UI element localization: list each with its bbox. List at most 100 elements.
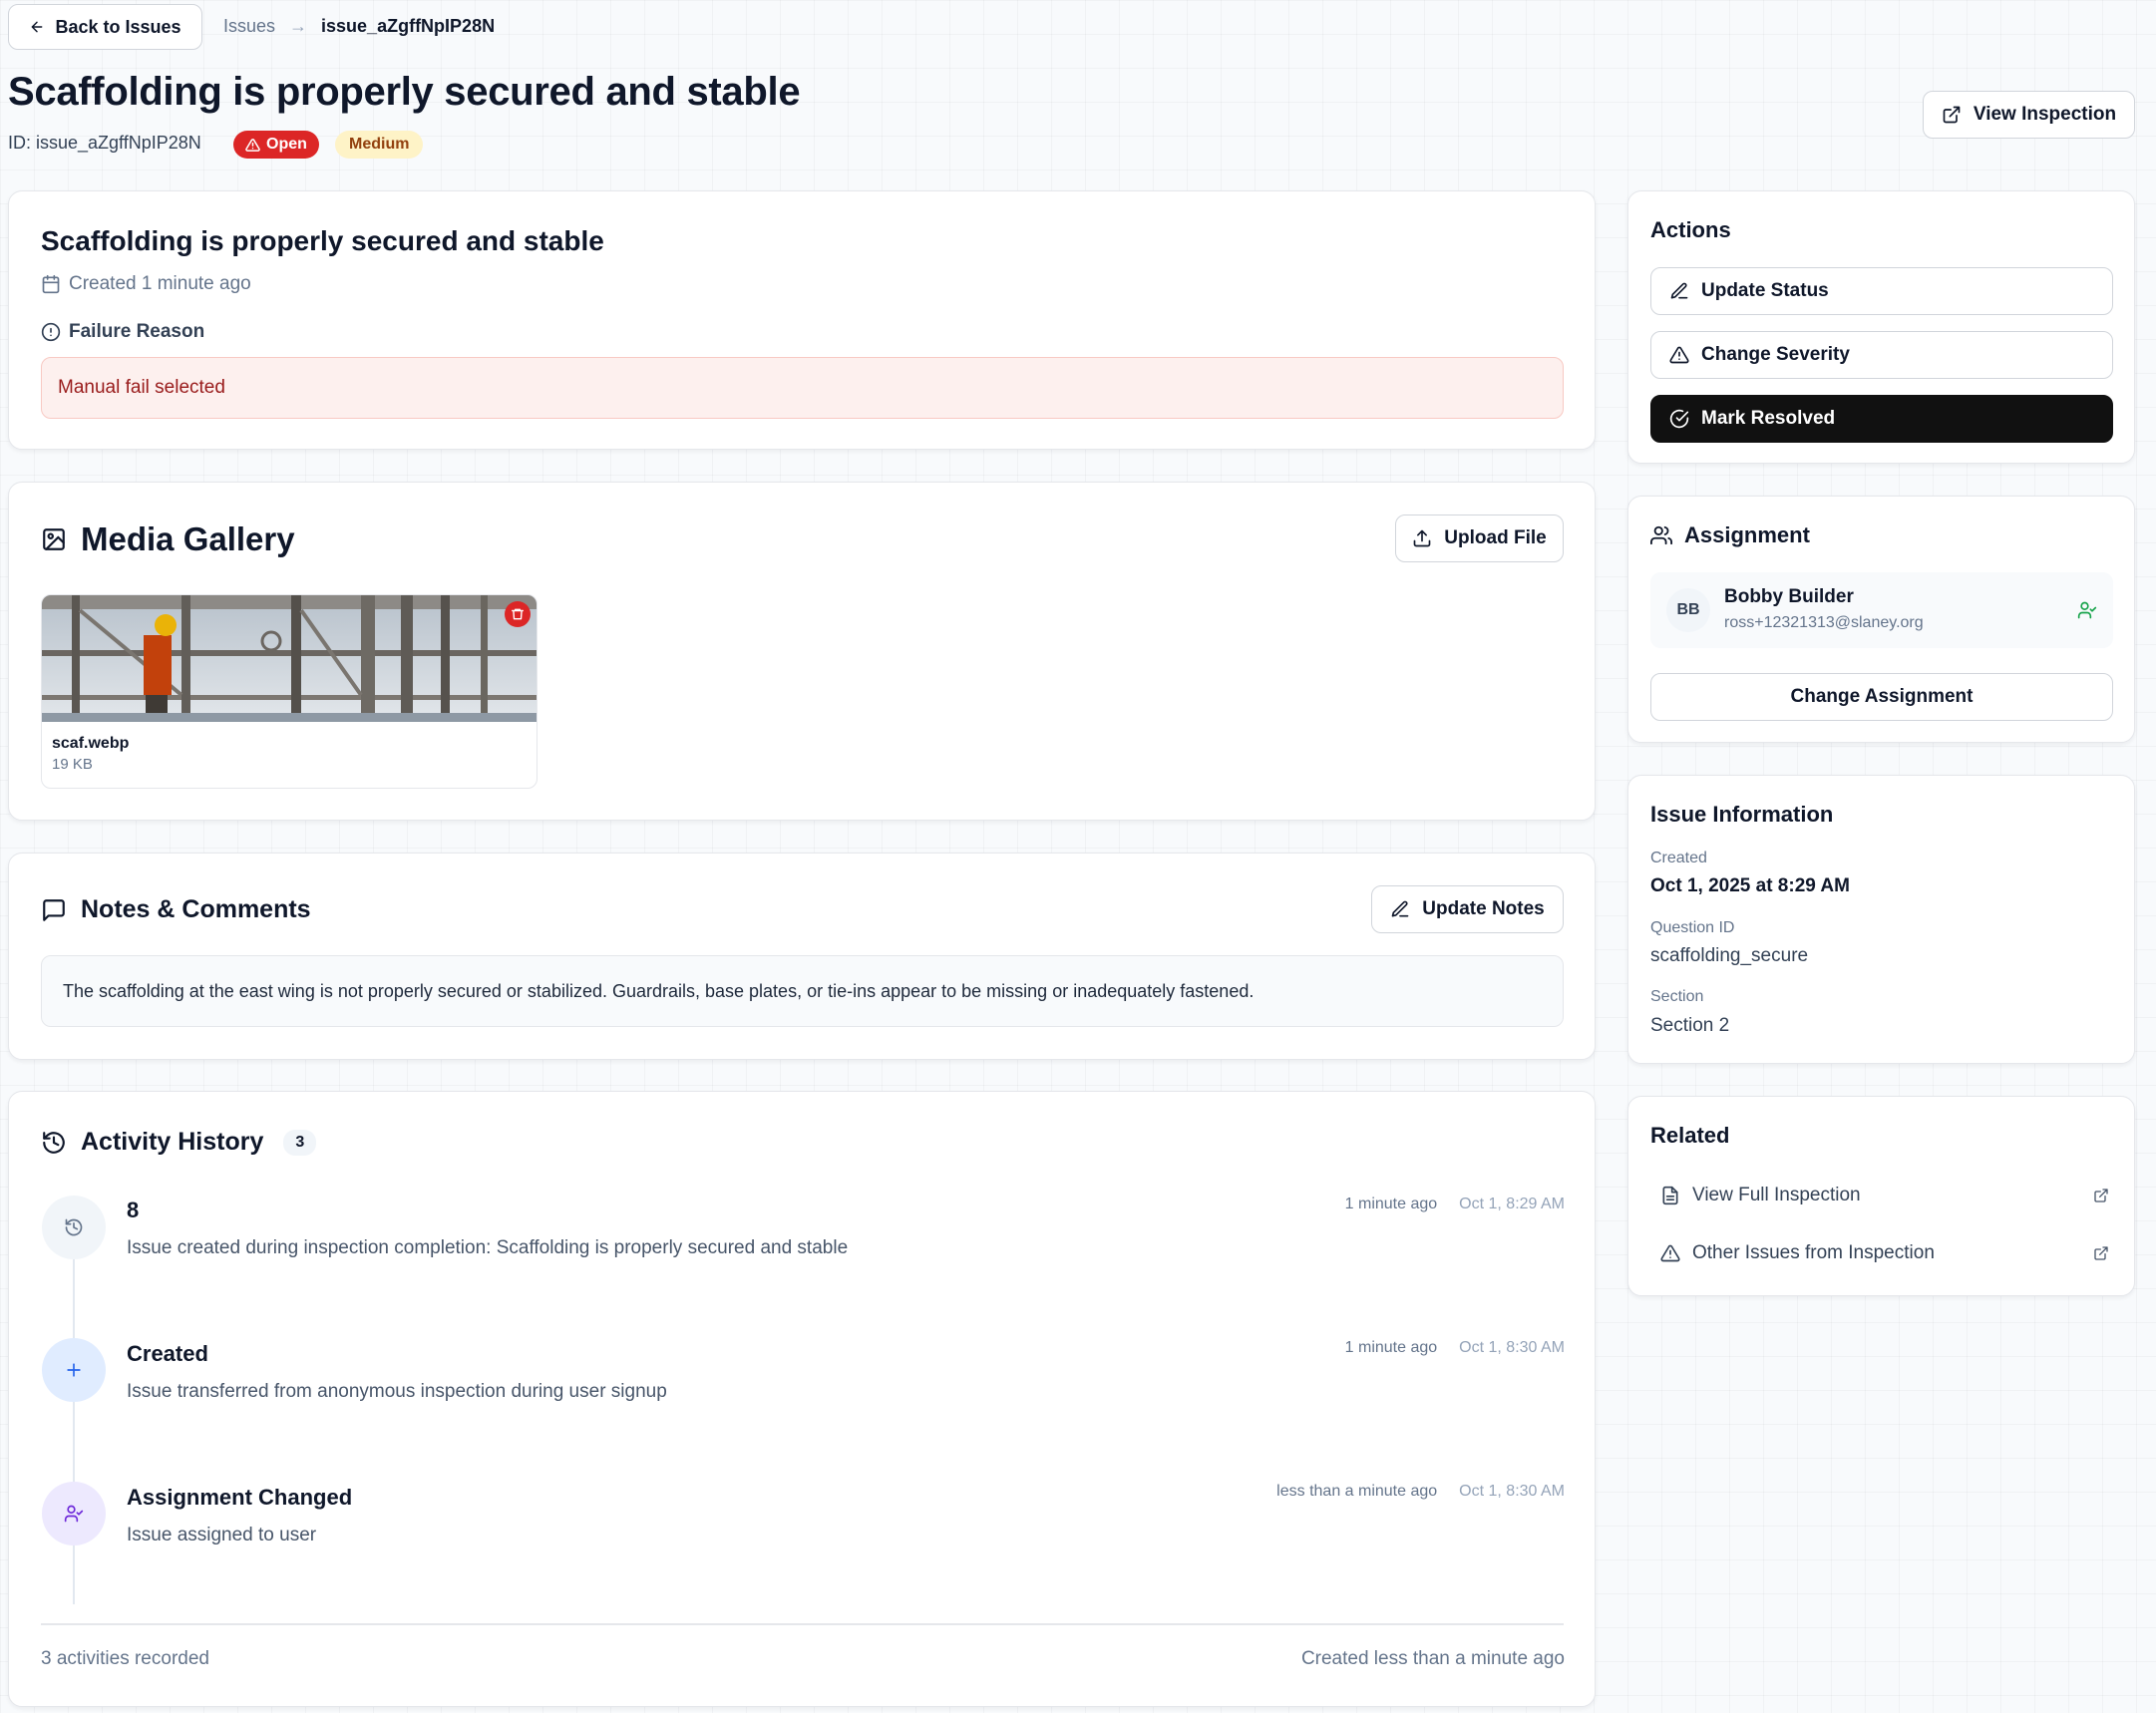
trash-icon (511, 607, 525, 621)
view-full-inspection-link[interactable]: View Full Inspection (1660, 1179, 2109, 1212)
mark-resolved-button[interactable]: Mark Resolved (1650, 395, 2113, 443)
arrow-left-icon (29, 19, 45, 35)
image-icon (41, 526, 67, 552)
notes-heading: Notes & Comments (41, 895, 311, 924)
summary-title: Scaffolding is properly secured and stab… (41, 225, 604, 256)
users-icon (1650, 524, 1672, 546)
user-check-icon (2077, 600, 2097, 620)
calendar-icon (41, 274, 61, 294)
history-icon (64, 1217, 84, 1237)
view-inspection-button[interactable]: View Inspection (1923, 91, 2135, 139)
breadcrumb-issues-link[interactable]: Issues (223, 16, 275, 37)
assignee-email: ross+12321313@slaney.org (1724, 614, 1924, 631)
alert-triangle-icon (1660, 1243, 1680, 1263)
activity-relative-time: 1 minute ago (1344, 1196, 1438, 1212)
breadcrumb-current: issue_aZgffNpIP28N (321, 15, 496, 36)
failure-reason-heading: Failure Reason (41, 321, 204, 343)
page-title: Scaffolding is properly secured and stab… (8, 70, 801, 114)
timeline-dot-assignment (42, 1482, 106, 1545)
activity-title: Activity History (81, 1128, 264, 1156)
timeline-dot-history (42, 1196, 106, 1259)
upload-icon (1412, 528, 1432, 548)
change-severity-button[interactable]: Change Severity (1650, 331, 2113, 379)
timeline-dot-created (42, 1338, 106, 1402)
activity-item-time: less than a minute ago Oct 1, 8:30 AM (1276, 1483, 1565, 1501)
update-notes-button[interactable]: Update Notes (1371, 885, 1564, 933)
media-gallery-title: Media Gallery (81, 520, 295, 557)
failure-reason-text: Manual fail selected (58, 377, 225, 398)
actions-card: Actions Update Status Change Severity Ma… (1627, 190, 2135, 464)
update-status-label: Update Status (1701, 280, 1829, 301)
pencil-icon (1390, 899, 1410, 919)
section-label: Section (1650, 988, 1704, 1005)
activity-count-badge: 3 (283, 1129, 317, 1156)
question-id-label: Question ID (1650, 919, 1735, 936)
activity-history-card: Activity History 3 8 Issue created durin… (8, 1091, 1596, 1707)
delete-media-button[interactable] (505, 601, 531, 627)
activity-item-title: 8 (127, 1198, 140, 1222)
notes-card: Notes & Comments Update Notes The scaffo… (8, 853, 1596, 1060)
severity-badge-label: Medium (349, 136, 410, 153)
update-status-button[interactable]: Update Status (1650, 267, 2113, 315)
activity-date: Oct 1, 8:29 AM (1459, 1196, 1565, 1212)
user-check-icon (64, 1504, 84, 1524)
status-badge: Open (233, 131, 319, 159)
message-square-icon (41, 897, 67, 923)
history-icon (41, 1130, 67, 1156)
failure-reason-box: Manual fail selected (41, 357, 1564, 419)
avatar: BB (1666, 588, 1710, 632)
section-value: Section 2 (1650, 1015, 1730, 1036)
activity-item-title: Created (127, 1341, 208, 1366)
related-title: Related (1650, 1123, 1730, 1148)
upload-file-button[interactable]: Upload File (1395, 514, 1564, 562)
mark-resolved-label: Mark Resolved (1701, 408, 1836, 429)
activity-footer-count: 3 activities recorded (41, 1648, 209, 1669)
breadcrumb-separator: → (289, 15, 308, 36)
severity-badge: Medium (335, 131, 424, 159)
media-file-size: 19 KB (52, 756, 93, 773)
activity-date: Oct 1, 8:30 AM (1459, 1339, 1565, 1356)
activity-footer-created: Created less than a minute ago (1300, 1648, 1565, 1669)
other-issues-link[interactable]: Other Issues from Inspection (1660, 1236, 2109, 1270)
media-thumbnail[interactable] (42, 595, 537, 722)
external-link-icon (1942, 105, 1962, 125)
activity-heading: Activity History 3 (41, 1128, 317, 1157)
status-badge-label: Open (266, 136, 307, 153)
notes-box: The scaffolding at the east wing is not … (41, 955, 1564, 1027)
activity-relative-time: less than a minute ago (1276, 1483, 1438, 1500)
update-notes-label: Update Notes (1422, 898, 1545, 919)
pencil-icon (1669, 281, 1689, 301)
actions-title: Actions (1650, 217, 1731, 242)
file-text-icon (1660, 1186, 1680, 1205)
back-to-issues-button[interactable]: Back to Issues (8, 4, 202, 50)
issue-information-card: Issue Information Created Oct 1, 2025 at… (1627, 775, 2135, 1064)
issue-information-title: Issue Information (1650, 802, 1834, 827)
alert-circle-icon (41, 322, 61, 342)
view-inspection-label: View Inspection (1973, 104, 2117, 125)
upload-file-label: Upload File (1444, 527, 1547, 548)
check-circle-icon (1669, 409, 1689, 429)
assignee-row: BB Bobby Builder ross+12321313@slaney.or… (1650, 572, 2113, 648)
activity-item-time: 1 minute ago Oct 1, 8:29 AM (1345, 1196, 1565, 1213)
created-text: Created 1 minute ago (69, 273, 251, 294)
activity-item-description: Issue transferred from anonymous inspect… (127, 1381, 667, 1402)
issue-summary-card: Scaffolding is properly secured and stab… (8, 190, 1596, 450)
assignment-title: Assignment (1684, 522, 1810, 547)
activity-relative-time: 1 minute ago (1344, 1339, 1438, 1356)
question-id-value: scaffolding_secure (1650, 945, 1809, 966)
plus-icon (64, 1360, 84, 1380)
alert-triangle-icon (245, 138, 260, 153)
breadcrumb: Issues → issue_aZgffNpIP28N (223, 12, 495, 40)
change-assignment-button[interactable]: Change Assignment (1650, 673, 2113, 721)
assignee-name: Bobby Builder (1724, 586, 1854, 607)
media-gallery-heading: Media Gallery (41, 520, 295, 558)
failure-reason-label: Failure Reason (69, 321, 205, 342)
notes-title: Notes & Comments (81, 895, 311, 923)
created-row: Created 1 minute ago (41, 273, 251, 295)
media-item[interactable]: scaf.webp 19 KB (41, 594, 538, 789)
activity-divider (41, 1623, 1564, 1625)
notes-text: The scaffolding at the east wing is not … (63, 980, 1255, 1001)
assignment-heading: Assignment (1650, 522, 1810, 548)
related-card: Related View Full Inspection Other Issue… (1627, 1096, 2135, 1296)
activity-item-description: Issue assigned to user (127, 1525, 317, 1545)
